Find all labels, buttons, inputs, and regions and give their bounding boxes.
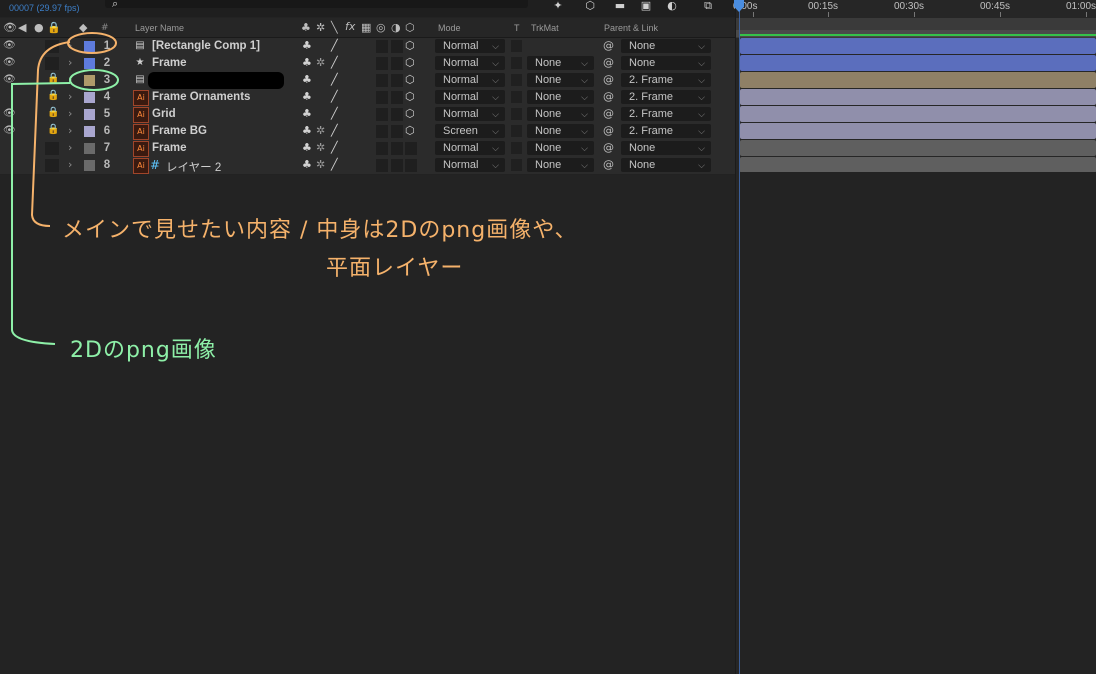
current-time-indicator-line[interactable]	[739, 10, 740, 674]
layer-duration-bar[interactable]	[740, 123, 1096, 139]
orange-annotation-text-2: 平面レイヤー	[326, 256, 464, 281]
orange-annotation-text-1: メインで見せたい内容 / 中身は2Dのpng画像や、	[62, 218, 578, 243]
time-tick-label: 01:00s	[1066, 1, 1096, 12]
timeline-empty-area	[740, 172, 1096, 674]
time-tick-label: 00:30s	[894, 1, 925, 12]
time-tick-label: 00:15s	[808, 1, 839, 12]
layer-duration-bar[interactable]	[740, 72, 1096, 88]
layer-duration-bar[interactable]	[740, 55, 1096, 71]
green-annotation-text: 2Dのpng画像	[70, 338, 217, 363]
orange-annotation-line	[30, 41, 71, 227]
time-tick-mark	[1086, 12, 1087, 17]
layer-duration-bar[interactable]	[740, 157, 1096, 173]
layer-duration-bar[interactable]	[740, 89, 1096, 105]
layer-duration-bar[interactable]	[740, 38, 1096, 54]
layer-duration-bar[interactable]	[740, 140, 1096, 156]
layer-duration-bar[interactable]	[740, 106, 1096, 122]
time-tick-mark	[828, 12, 829, 17]
time-tick-label: 00:45s	[980, 1, 1011, 12]
render-bar	[740, 34, 1096, 36]
panel-divider[interactable]	[735, 0, 736, 674]
time-tick-mark	[914, 12, 915, 17]
green-annotation-ellipse	[69, 69, 119, 91]
time-tick-mark	[753, 12, 754, 17]
time-tick-mark	[1000, 12, 1001, 17]
orange-annotation-ellipse	[67, 32, 117, 54]
